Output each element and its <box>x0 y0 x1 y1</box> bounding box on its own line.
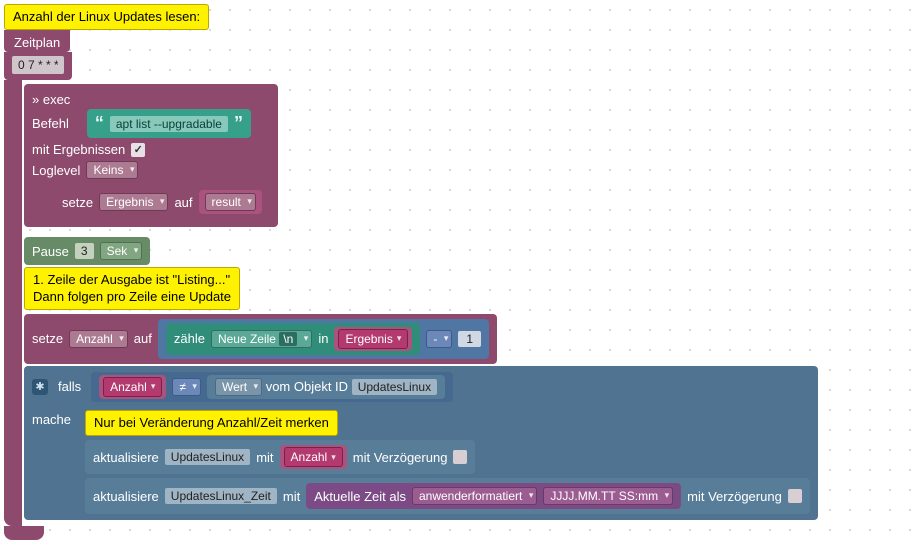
exec-string-block: “ apt list --upgradable ” <box>87 109 251 138</box>
quote-close-icon: ” <box>234 113 243 134</box>
setze-label: setze <box>32 331 63 346</box>
anzahl-var-dropdown[interactable]: Anzahl <box>69 330 128 348</box>
sep-label: Neue Zeile <box>218 332 276 346</box>
update2-obj[interactable]: UpdatesLinux_Zeit <box>165 488 277 504</box>
exec-block: » exec Befehl “ apt list --upgradable ” … <box>24 84 278 227</box>
mit-label-1: mit <box>256 450 273 465</box>
zeitplan-label: Zeitplan <box>14 35 60 50</box>
exec-set-row: setze Ergebnis auf result <box>54 185 270 219</box>
exec-set-var[interactable]: Ergebnis <box>99 193 168 211</box>
update-zeit-block: aktualisiere UpdatesLinux_Zeit mit Aktue… <box>85 478 810 514</box>
comment-top: Anzahl der Linux Updates lesen: <box>4 4 209 30</box>
cron-input[interactable] <box>12 56 64 74</box>
wert-dropdown[interactable]: Wert <box>215 378 262 396</box>
set-label: setze <box>62 195 93 210</box>
if-left-var[interactable]: Anzahl▾ <box>103 377 162 397</box>
pause-block: Pause 3 Sek <box>24 237 150 265</box>
exec-cmd-label: Befehl <box>32 116 69 131</box>
from-obj-label: vom Objekt ID <box>266 379 348 394</box>
set-anzahl-row: setze Anzahl auf zähle Neue Zeile \n in <box>24 314 497 364</box>
exec-loglevel-label: Loglevel <box>32 163 80 178</box>
update1-obj[interactable]: UpdatesLinux <box>165 449 250 465</box>
delay-label-2: mit Verzögerung <box>687 489 782 504</box>
update2-delay-checkbox[interactable] <box>788 489 802 503</box>
math-const-one[interactable]: 1 <box>458 331 481 347</box>
aktualisiere-label-1: aktualisiere <box>93 450 159 465</box>
obj-id-field[interactable]: UpdatesLinux <box>352 379 437 395</box>
compare-block: Anzahl▾ ≠ Wert vom Objekt ID UpdatesLinu… <box>91 372 453 402</box>
update1-delay-checkbox[interactable] <box>453 450 467 464</box>
if-op-dropdown[interactable]: ≠ <box>172 378 201 396</box>
zeitplan-header: Zeitplan <box>4 30 70 52</box>
comment-mid: 1. Zeile der Ausgabe ist "Listing..." Da… <box>24 267 240 310</box>
update-linux-block: aktualisiere UpdatesLinux mit Anzahl▾ mi… <box>85 440 475 474</box>
comment-mid-l2: Dann folgen pro Zeile eine Update <box>33 289 231 305</box>
in-label: in <box>318 331 328 346</box>
count-label: zähle <box>174 331 205 346</box>
set-to-label: auf <box>174 195 192 210</box>
if-block: ✱ falls Anzahl▾ ≠ Wert vom Objekt ID Upd… <box>24 366 818 520</box>
exec-title: » exec <box>32 92 270 107</box>
exec-results-checkbox[interactable]: ✓ <box>131 143 145 157</box>
time-mode-dropdown[interactable]: anwenderformatiert <box>412 487 537 505</box>
pause-unit-dropdown[interactable]: Sek <box>100 242 143 260</box>
exec-command-value[interactable]: apt list --upgradable <box>110 116 228 132</box>
do-label: mache <box>32 410 71 427</box>
time-label: Aktuelle Zeit als <box>314 489 406 504</box>
ergebnis-var[interactable]: Ergebnis▾ <box>338 329 408 349</box>
auf-label: auf <box>134 331 152 346</box>
pause-value[interactable]: 3 <box>75 243 94 259</box>
time-fmt-dropdown[interactable]: JJJJ.MM.TT SS:mm <box>543 487 673 505</box>
math-op-dropdown[interactable]: - <box>426 330 452 348</box>
quote-open-icon: “ <box>95 113 104 134</box>
math-minus-block: zähle Neue Zeile \n in Ergebnis▾ - <box>158 319 489 359</box>
get-value-block: Wert vom Objekt ID UpdatesLinux <box>207 375 445 399</box>
exec-loglevel-dropdown[interactable]: Keins <box>86 161 138 179</box>
time-block: Aktuelle Zeit als anwenderformatiert JJJ… <box>306 483 681 509</box>
separator-dropdown[interactable]: Neue Zeile \n <box>211 330 312 348</box>
pause-label: Pause <box>32 244 69 259</box>
delay-label-1: mit Verzögerung <box>353 450 448 465</box>
sep-code: \n <box>279 332 297 346</box>
if-label: falls <box>58 379 81 394</box>
count-block: zähle Neue Zeile \n in Ergebnis▾ <box>166 323 421 355</box>
exec-results-label: mit Ergebnissen <box>32 142 125 157</box>
update1-value[interactable]: Anzahl▾ <box>284 447 343 467</box>
exec-result-var[interactable]: result <box>205 193 256 211</box>
comment-mid-l1: 1. Zeile der Ausgabe ist "Listing..." <box>33 272 231 288</box>
aktualisiere-label-2: aktualisiere <box>93 489 159 504</box>
plan-side-rail <box>4 80 22 526</box>
cron-row <box>4 52 72 80</box>
comment-if: Nur bei Veränderung Anzahl/Zeit merken <box>85 410 338 436</box>
mit-label-2: mit <box>283 489 300 504</box>
gear-icon[interactable]: ✱ <box>32 379 48 395</box>
